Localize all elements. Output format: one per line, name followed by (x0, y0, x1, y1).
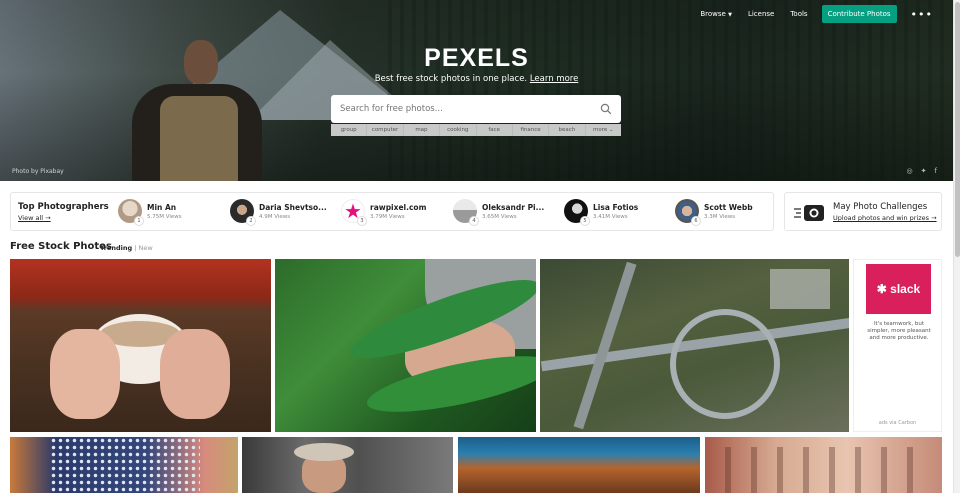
slack-logo[interactable]: ✱ slack (866, 264, 931, 314)
photographer-views: 3.41M Views (593, 214, 628, 220)
photographer-item[interactable]: 2 Daria Shevtso... 4.9M Views (230, 199, 335, 226)
sponsored-ad[interactable]: ✱ slack It's teamwork, but simpler, more… (853, 259, 942, 432)
nav-browse[interactable]: Browse ▼ (700, 10, 732, 18)
tab-trending[interactable]: Trending (100, 244, 132, 252)
photographer-item[interactable]: 4 Oleksandr Pi... 3.65M Views (453, 199, 558, 226)
top-navigation: Browse ▼ License Tools Contribute Photos… (684, 5, 933, 23)
photo-aerial-highway[interactable] (540, 259, 849, 432)
twitter-icon[interactable]: ✦ (921, 167, 927, 175)
photo-woman-leaves[interactable] (275, 259, 536, 432)
contribute-photos-button[interactable]: Contribute Photos (821, 5, 897, 23)
top-photographers-title: Top Photographers (18, 202, 109, 212)
tag-more[interactable]: more ⌄ (586, 124, 621, 136)
challenge-link[interactable]: Upload photos and win prizes → (833, 214, 937, 222)
tag-face[interactable]: face (477, 124, 513, 136)
photographer-item[interactable]: 6 Scott Webb 3.3M Views (675, 199, 780, 226)
photo-challenge-card[interactable]: May Photo Challenges Upload photos and w… (784, 192, 942, 231)
photographer-views: 4.9M Views (259, 214, 291, 220)
camera-icon (794, 205, 824, 221)
photographer-item[interactable]: 1 Min An 5.75M Views (118, 199, 223, 226)
challenge-title: May Photo Challenges (833, 202, 928, 212)
photographer-views: 5.75M Views (147, 214, 182, 220)
section-tabs: Trending | New (100, 244, 153, 252)
photographer-views: 3.3M Views (704, 214, 736, 220)
chevron-down-icon: ▼ (728, 12, 732, 18)
tag-group[interactable]: group (331, 124, 368, 136)
photo-credit[interactable]: Photo by Pixabay (12, 168, 64, 175)
site-logo[interactable]: PEXELS (0, 44, 953, 73)
photographer-item[interactable]: 5 Lisa Fotios 3.41M Views (564, 199, 669, 226)
photographer-name[interactable]: Oleksandr Pi... (482, 203, 544, 212)
photographer-name[interactable]: rawpixel.com (370, 203, 426, 212)
search-box (331, 95, 621, 123)
photo-coffee-cup[interactable] (10, 259, 271, 432)
rank-badge: 2 (246, 216, 256, 226)
photographer-name[interactable]: Min An (147, 203, 176, 212)
ad-source[interactable]: ads via Carbon (854, 420, 941, 426)
search-tag-suggestions: group computer map cooking face finance … (331, 124, 621, 136)
more-menu-icon[interactable]: ••• (911, 8, 933, 21)
tag-computer[interactable]: computer (367, 124, 404, 136)
social-links: ◎ ✦ f (907, 167, 937, 175)
hero-tagline: Best free stock photos in one place. Lea… (374, 74, 579, 84)
search-input[interactable] (340, 101, 590, 117)
page-scrollbar[interactable] (953, 0, 960, 493)
photographer-item[interactable]: ★ 3 rawpixel.com 3.79M Views (341, 199, 446, 226)
photo-dress-flowers[interactable] (10, 437, 238, 493)
photo-man-hat[interactable] (242, 437, 453, 493)
view-all-link[interactable]: View all → (18, 214, 51, 222)
rank-badge: 4 (469, 216, 479, 226)
photographer-name[interactable]: Lisa Fotios (593, 203, 638, 212)
nav-license[interactable]: License (748, 10, 774, 18)
photographer-views: 3.79M Views (370, 214, 405, 220)
hero-banner: Photo by Pixabay Browse ▼ License Tools … (0, 0, 953, 181)
ad-copy[interactable]: It's teamwork, but simpler, more pleasan… (864, 321, 934, 342)
rank-badge: 3 (357, 216, 367, 226)
photographer-name[interactable]: Daria Shevtso... (259, 203, 327, 212)
tag-cooking[interactable]: cooking (440, 124, 477, 136)
search-icon[interactable] (600, 103, 612, 115)
rank-badge: 1 (134, 216, 144, 226)
rank-badge: 5 (580, 216, 590, 226)
photo-rusty-boat[interactable] (458, 437, 700, 493)
scrollbar-thumb[interactable] (955, 2, 960, 257)
photographer-views: 3.65M Views (482, 214, 517, 220)
section-title: Free Stock Photos (10, 241, 113, 252)
nav-tools[interactable]: Tools (790, 10, 807, 18)
photographer-name[interactable]: Scott Webb (704, 203, 753, 212)
learn-more-link[interactable]: Learn more (530, 74, 578, 84)
instagram-icon[interactable]: ◎ (907, 167, 913, 175)
tab-new[interactable]: New (138, 244, 152, 252)
tag-map[interactable]: map (404, 124, 441, 136)
facebook-icon[interactable]: f (935, 167, 937, 175)
top-photographers-bar: Top Photographers View all → 1 Min An 5.… (10, 192, 774, 231)
rank-badge: 6 (691, 216, 701, 226)
forest-texture (380, 0, 953, 181)
photo-building-facade[interactable] (705, 437, 942, 493)
tag-finance[interactable]: finance (513, 124, 550, 136)
tag-beach[interactable]: beach (549, 124, 586, 136)
